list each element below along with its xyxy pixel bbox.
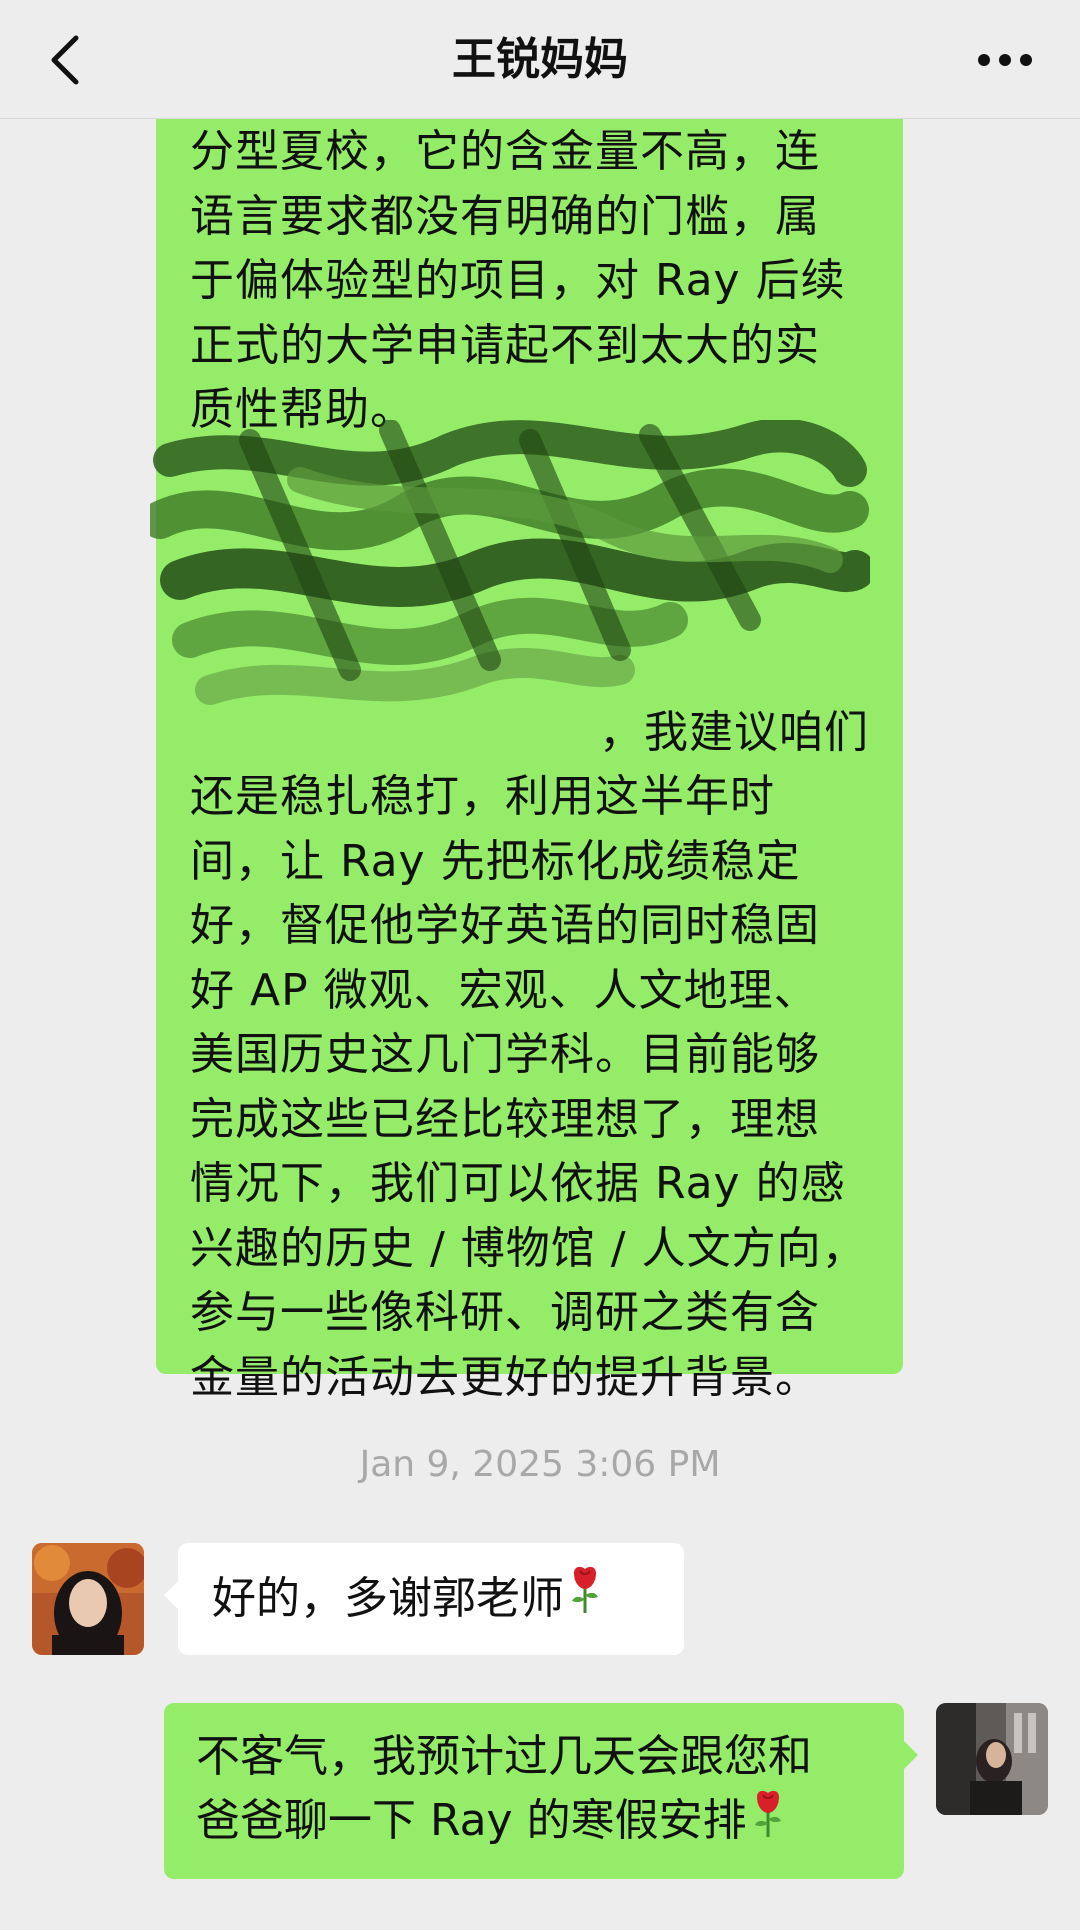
message-line-with-emoji: 爸爸聊一下 Ray 的寒假安排 (196, 1789, 872, 1857)
message-line: 分型夏校，它的含金量不高，连 (190, 126, 820, 177)
message-text: 好的，多谢郭老师 (212, 1573, 564, 1624)
message-line: 参与一些像科研、调研之类有含 (190, 1287, 820, 1338)
chat-title: 王锐妈妈 (452, 34, 628, 85)
message-line: 好 AP 微观、宏观、人文地理、 (190, 964, 819, 1016)
more-dots-icon (978, 54, 1032, 66)
message-line: 情况下，我们可以依据 Ray 的感 (190, 1158, 846, 1209)
chat-header: 王锐妈妈 (0, 0, 1080, 119)
message-line: 美国历史这几门学科。目前能够 (190, 1029, 820, 1080)
my-avatar[interactable] (936, 1703, 1048, 1815)
rose-emoji-icon (751, 1789, 785, 1857)
avatar-photo (32, 1543, 144, 1655)
avatar-photo (936, 1703, 1048, 1815)
message-line: 金量的活动去更好的提升背景。 (190, 1351, 820, 1403)
message-line: 于偏体验型的项目，对 Ray 后续 (190, 255, 846, 306)
message-line: 兴趣的历史 / 博物馆 / 人文方向， (190, 1222, 867, 1274)
message-line: 语言要求都没有明确的门槛，属 (190, 190, 820, 242)
message-lines-bottom: 还是稳扎稳打，利用这半年时 间，让 Ray 先把标化成绩稳定 好，督促他学好英语… (190, 765, 869, 1410)
message-line: 完成这些已经比较理想了，理想 (190, 1093, 820, 1145)
more-button[interactable] (970, 32, 1040, 88)
message-bubble-long[interactable]: 分型夏校，它的含金量不高，连 语言要求都没有明确的门槛，属 于偏体验型的项目，对… (156, 98, 903, 1403)
message-lines-top: 分型夏校，它的含金量不高，连 语言要求都没有明确的门槛，属 于偏体验型的项目，对… (190, 120, 869, 443)
message-line: 不客气，我预计过几天会跟您和 (196, 1731, 812, 1782)
message-line-partial: ，我建议咱们 (599, 706, 869, 758)
message-line: 爸爸聊一下 Ray 的寒假安排 (196, 1795, 747, 1846)
message-bubble-received[interactable]: 好的，多谢郭老师 (164, 1543, 684, 1657)
rose-emoji-icon (568, 1545, 602, 1657)
scribble-redaction (150, 420, 870, 705)
message-line: 还是稳扎稳打，利用这半年时 (190, 771, 775, 822)
contact-avatar[interactable] (32, 1543, 144, 1655)
message-line: 正式的大学申请起不到太大的实 (190, 319, 820, 371)
message-line: 好，督促他学好英语的同时稳固 (190, 900, 820, 951)
message-bubble-sent[interactable]: 不客气，我预计过几天会跟您和 爸爸聊一下 Ray 的寒假安排 (164, 1703, 918, 1879)
message-line: 间，让 Ray 先把标化成绩稳定 (190, 835, 801, 887)
message-timestamp: Jan 9, 2025 3:06 PM (359, 1444, 721, 1485)
